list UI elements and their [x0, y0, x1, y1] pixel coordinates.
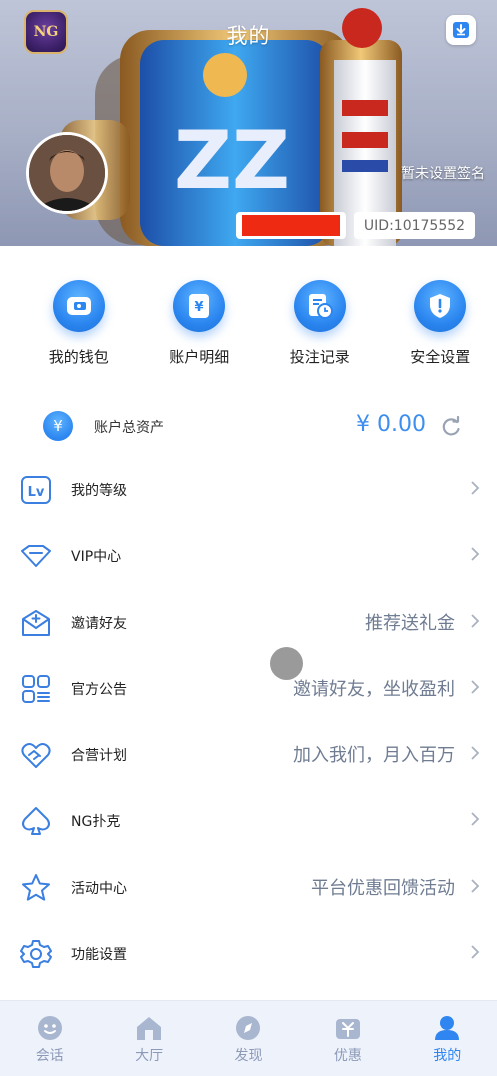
- chevron-right-icon: [471, 680, 480, 694]
- invite-mail-icon: [22, 609, 50, 636]
- shield-icon: [414, 280, 467, 332]
- menu-item-label: NG扑克: [71, 814, 121, 831]
- chevron-right-icon: [471, 879, 480, 893]
- quick-item-security[interactable]: 安全设置: [384, 280, 497, 380]
- quick-item-label: 我的钱包: [48, 348, 109, 366]
- partner-handshake-icon: [21, 743, 51, 769]
- tab-lobby[interactable]: 大厅: [99, 1001, 198, 1076]
- bottom-tab-bar: 会话 大厅 发现 优惠 我的: [0, 1000, 497, 1076]
- menu-list: Lv 我的等级 VIP中心 邀请好友 推荐送礼金 官方公告 邀请好友，坐收盈利: [0, 456, 497, 986]
- chevron-right-icon: [471, 746, 480, 760]
- tab-promotions[interactable]: 优惠: [298, 1001, 397, 1076]
- menu-item-hint: 推荐送礼金: [365, 612, 455, 634]
- vip-diamond-icon: [21, 545, 51, 568]
- quick-item-label: 安全设置: [410, 348, 471, 366]
- tab-mine[interactable]: 我的: [398, 1001, 497, 1076]
- username-redaction: [242, 215, 340, 236]
- svg-text:¥: ¥: [195, 300, 204, 315]
- menu-item-label: 合营计划: [71, 748, 127, 765]
- menu-item-label: 我的等级: [71, 483, 127, 499]
- yen-icon: ¥: [43, 411, 73, 441]
- svg-text:Lv: Lv: [28, 485, 45, 500]
- yen-document-icon: ¥: [173, 280, 226, 332]
- chat-face-icon: [37, 1016, 62, 1040]
- profile-icon: [435, 1016, 460, 1040]
- avatar[interactable]: [26, 132, 108, 214]
- tab-label: 大厅: [135, 1048, 164, 1064]
- star-icon: [22, 873, 50, 901]
- quick-item-label: 账户明细: [169, 348, 230, 366]
- menu-item-vip[interactable]: VIP中心: [0, 522, 497, 588]
- clock-document-icon: [293, 280, 346, 332]
- page-title: 我的: [226, 24, 271, 48]
- menu-item-my-level[interactable]: Lv 我的等级: [0, 456, 497, 522]
- menu-item-invite-friends[interactable]: 邀请好友 推荐送礼金: [0, 589, 497, 655]
- menu-item-announcements[interactable]: 官方公告 邀请好友，坐收盈利: [0, 655, 497, 721]
- uid-badge: UID:10175552: [354, 212, 475, 239]
- chevron-right-icon: [471, 481, 480, 495]
- level-icon: Lv: [21, 476, 51, 504]
- settings-gear-icon: [20, 940, 52, 969]
- menu-item-label: 官方公告: [71, 681, 127, 698]
- tab-label: 我的: [433, 1048, 462, 1064]
- chevron-right-icon: [471, 812, 480, 827]
- signature-text[interactable]: 暂未设置签名: [401, 163, 485, 183]
- compass-icon: [236, 1016, 261, 1040]
- chevron-right-icon: [471, 945, 480, 959]
- total-assets-value: ¥ 0.00: [356, 412, 426, 437]
- menu-item-ng-poker[interactable]: NG扑克: [0, 787, 497, 853]
- chevron-right-icon: [471, 547, 480, 561]
- total-assets-label: 账户总资产: [94, 420, 164, 436]
- poker-spade-icon: [22, 807, 50, 836]
- tab-label: 发现: [234, 1048, 263, 1064]
- menu-item-label: 邀请好友: [71, 615, 127, 632]
- wallet-icon: [52, 280, 105, 332]
- total-assets-row: ¥ 账户总资产 ¥ 0.00: [0, 404, 497, 448]
- quick-item-bet-records[interactable]: 投注记录: [263, 280, 377, 380]
- gift-icon: [335, 1019, 360, 1039]
- menu-item-hint: 平台优惠回馈活动: [311, 877, 455, 899]
- refresh-icon[interactable]: [440, 416, 462, 438]
- quick-item-account-details[interactable]: ¥ 账户明细: [143, 280, 257, 380]
- chevron-right-icon: [471, 613, 480, 628]
- username-box: [236, 212, 346, 239]
- menu-item-label: 功能设置: [71, 947, 127, 964]
- svg-text:ZZ: ZZ: [174, 114, 290, 207]
- quick-actions: 我的钱包 ¥ 账户明细 投注记录 安全设置: [0, 280, 497, 380]
- download-button[interactable]: [446, 15, 476, 45]
- menu-item-settings[interactable]: 功能设置: [0, 920, 497, 986]
- quick-item-label: 投注记录: [289, 348, 350, 366]
- tab-chat[interactable]: 会话: [0, 1001, 99, 1076]
- avatar-image: [29, 135, 105, 211]
- announcement-grid-icon: [22, 674, 50, 703]
- menu-item-label: VIP中心: [71, 549, 122, 566]
- download-icon: [453, 22, 469, 38]
- touch-indicator: [270, 647, 303, 680]
- tab-label: 会话: [35, 1048, 64, 1064]
- menu-item-hint: 邀请好友，坐收盈利: [293, 678, 455, 700]
- menu-item-activity-center[interactable]: 活动中心 平台优惠回馈活动: [0, 854, 497, 920]
- menu-item-hint: 加入我们，月入百万: [293, 745, 455, 767]
- menu-item-label: 活动中心: [71, 880, 127, 897]
- tab-label: 优惠: [333, 1048, 362, 1064]
- tab-discover[interactable]: 发现: [199, 1001, 298, 1076]
- menu-item-partner-program[interactable]: 合营计划 加入我们，月入百万: [0, 721, 497, 787]
- home-icon: [137, 1017, 162, 1040]
- quick-item-wallet[interactable]: 我的钱包: [22, 280, 136, 380]
- profile-header: ZZ NG 我的 暂未设置签名 UID:10175552: [0, 0, 497, 246]
